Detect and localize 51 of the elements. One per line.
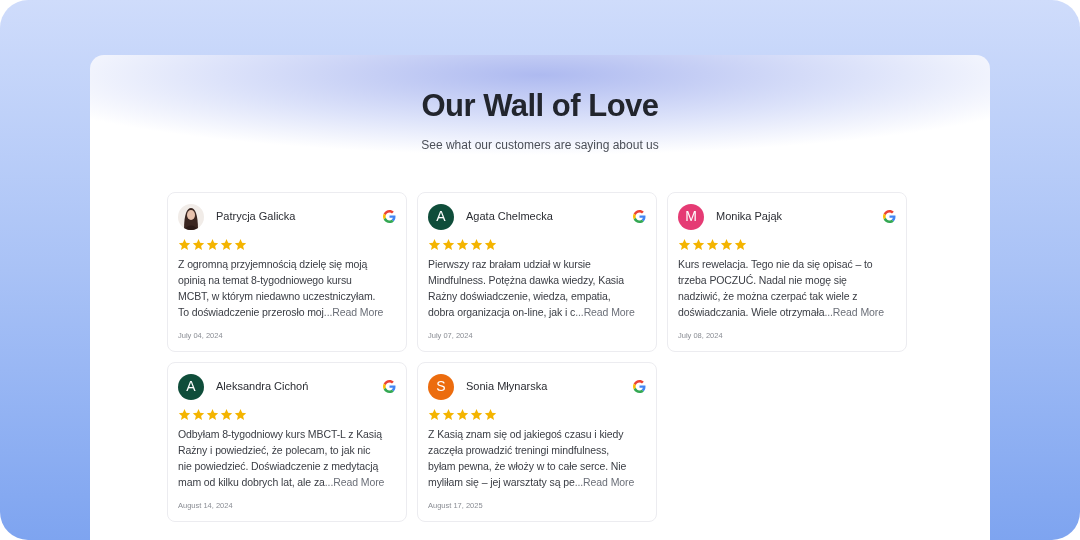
- star-icon: [206, 407, 219, 421]
- google-icon: [383, 210, 396, 223]
- review-text: Z Kasią znam się od jakiegoś czasu i kiedy zaczęła prowadzić treningi mindfulness, byłam pewna, że włoży w to całe serce. Nie myliłam się – jej warsztaty są pe...Read More: [428, 426, 636, 490]
- avatar: A: [428, 203, 454, 230]
- star-icon: [484, 237, 497, 251]
- star-icon: [470, 407, 483, 421]
- star-icon: [192, 237, 205, 251]
- google-icon: [883, 210, 896, 223]
- star-icon: [692, 237, 705, 251]
- star-icon: [442, 237, 455, 251]
- read-more-link[interactable]: ...Read More: [575, 305, 635, 318]
- review-text: Odbyłam 8-tygodniowy kurs MBCT-L z Kasią Rażny i powiedzieć, że polecam, to jak nic nie powiedzieć. Doświadczenie z medytacją mam od kilku dobrych lat, ale za...Read More: [178, 426, 386, 490]
- star-icon: [234, 407, 247, 421]
- star-icon: [470, 237, 483, 251]
- google-icon: [383, 380, 396, 393]
- read-more-link[interactable]: ...Read More: [324, 475, 385, 488]
- google-icon: [633, 210, 646, 223]
- google-icon: [633, 380, 646, 393]
- read-more-link[interactable]: ...Read More: [323, 305, 384, 318]
- star-icon: [220, 407, 233, 421]
- reviewer-name: Monika Pająk: [716, 209, 784, 225]
- star-icon: [428, 407, 441, 421]
- review-text: Z ogromną przyjemnością dzielę się moją opinią na temat 8-tygodniowego kursu MCBT, w którym niedawno uczestniczyłam. To doświadczenie przerosło moj...Read More: [178, 256, 385, 320]
- read-more-link[interactable]: ...Read More: [824, 305, 884, 318]
- star-icon: [442, 407, 455, 421]
- reviewer-name: Sonia Młynarska: [466, 379, 549, 395]
- reviewer-name: Aleksandra Cichoń: [216, 379, 310, 395]
- star-icon: [192, 407, 205, 421]
- star-icon: [456, 407, 469, 421]
- star-icon: [178, 407, 191, 421]
- review-text: Pierwszy raz brałam udział w kursie Mindfulness. Potężna dawka wiedzy, Kasia Rażny doświadczenie, wiedza, empatia, dobra organizacja on-line, jak i c...Read More: [428, 256, 636, 320]
- read-more-link[interactable]: ...Read More: [574, 475, 635, 488]
- avatar: A: [178, 373, 204, 400]
- star-icon: [678, 237, 691, 251]
- star-icon: [456, 237, 469, 251]
- star-icon: [220, 237, 233, 251]
- page-title: Our Wall of Love: [421, 87, 659, 125]
- star-icon: [428, 237, 441, 251]
- star-icon: [706, 237, 719, 251]
- star-icon: [484, 407, 497, 421]
- page-subtitle: See what our customers are saying about us: [421, 136, 659, 154]
- star-icon: [734, 237, 747, 251]
- reviewer-name: Patrycja Galicka: [216, 209, 297, 225]
- star-icon: [720, 237, 733, 251]
- star-icon: [206, 237, 219, 251]
- star-icon: [234, 237, 247, 251]
- avatar: S: [428, 373, 454, 400]
- review-text: Kurs rewelacja. Tego nie da się opisać – to trzeba POCZUĆ. Nadal nie mogę się nadziwić, że można czerpać tak wiele z doświadczania. Wiele otrzymała...Read More: [678, 256, 885, 320]
- star-icon: [178, 237, 191, 251]
- avatar: M: [678, 203, 704, 230]
- reviewer-name: Agata Chelmecka: [466, 209, 554, 225]
